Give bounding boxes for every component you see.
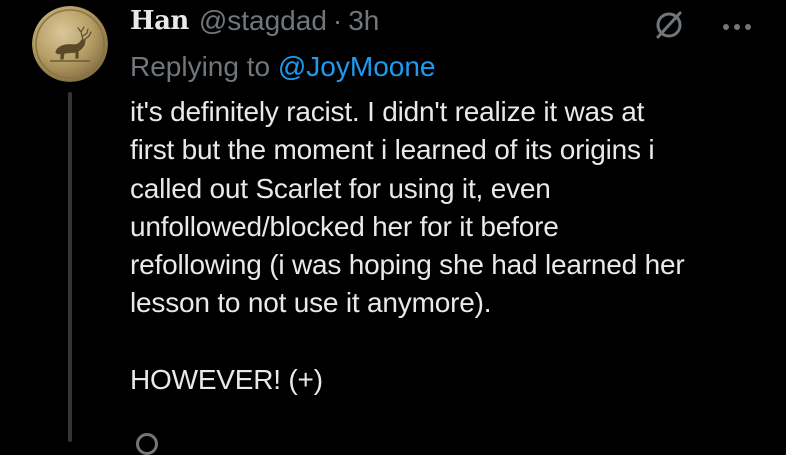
circle-slash-icon[interactable] — [652, 8, 686, 47]
stag-coin-avatar-icon — [32, 6, 108, 82]
separator-dot: · — [332, 5, 343, 36]
replying-to-line: Replying to @JoyMoone — [130, 50, 435, 84]
timestamp[interactable]: 3h — [348, 4, 379, 38]
mention-link[interactable]: @JoyMoone — [278, 51, 436, 82]
thread-line — [68, 92, 72, 442]
tweet-actions — [652, 8, 752, 47]
reply-icon[interactable] — [136, 433, 158, 455]
avatar[interactable] — [32, 6, 108, 82]
display-name[interactable]: Han — [130, 4, 189, 38]
tweet-text: it's definitely racist. I didn't realize… — [130, 96, 685, 396]
retweet-icon[interactable] — [392, 433, 414, 455]
tweet-header: Han @stagdad · 3h — [130, 4, 379, 38]
tweet: Han @stagdad · 3h Replying to @JoyMoone … — [0, 0, 786, 455]
replying-to-label: Replying to — [130, 51, 278, 82]
more-dots-icon[interactable] — [722, 19, 752, 37]
user-handle[interactable]: @stagdad — [199, 4, 327, 38]
